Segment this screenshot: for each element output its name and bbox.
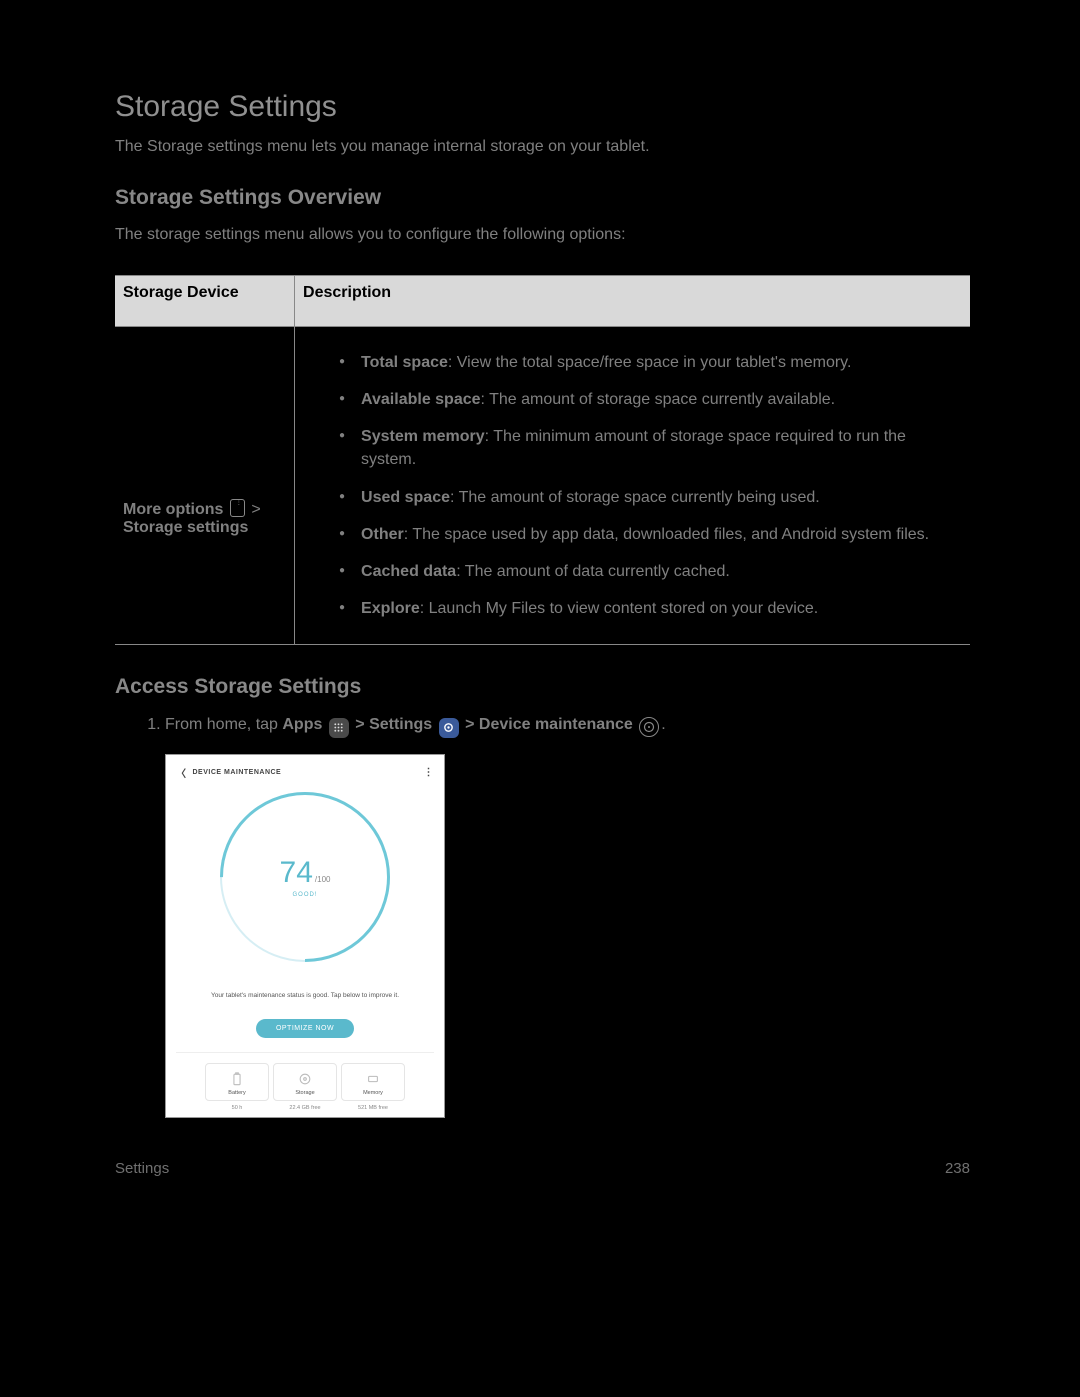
- tile-memory[interactable]: Memory: [341, 1063, 405, 1101]
- footer: Settings 238: [115, 1160, 970, 1177]
- memory-icon: [364, 1070, 382, 1088]
- battery-icon: [228, 1070, 246, 1088]
- access-step-1: From home, tap Apps > Settings > Device …: [165, 713, 970, 738]
- dm-title: DEVICE MAINTENANCE: [193, 769, 282, 776]
- tile-battery[interactable]: Battery: [205, 1063, 269, 1101]
- dm-good: GOOD!: [292, 892, 317, 898]
- storage-settings-label: Storage settings: [123, 519, 248, 536]
- optimize-now-button[interactable]: OPTIMIZE NOW: [256, 1019, 354, 1038]
- access-heading: Access Storage Settings: [115, 675, 970, 699]
- overview-body: The storage settings menu allows you to …: [115, 224, 970, 246]
- desc-item: Total space: View the total space/free s…: [339, 351, 962, 374]
- score-circle: 74 /100 GOOD!: [220, 792, 390, 962]
- desc-item: Available space: The amount of storage s…: [339, 388, 962, 411]
- desc-item: System memory: The minimum amount of sto…: [339, 425, 962, 471]
- storage-table: Storage Device Description More options …: [115, 275, 970, 646]
- tile-battery-sub: 50 h: [205, 1105, 269, 1111]
- apps-icon: [329, 718, 349, 738]
- desc-item: Other: The space used by app data, downl…: [339, 523, 962, 546]
- device-maintenance-icon: [639, 717, 659, 737]
- dm-status: Your tablet's maintenance status is good…: [176, 992, 434, 999]
- settings-icon: [439, 718, 459, 738]
- tile-storage-sub: 22.4 GB free: [273, 1105, 337, 1111]
- storage-device-cell: More options ⋮ > Storage settings: [115, 326, 295, 645]
- page-title: Storage Settings: [115, 90, 970, 124]
- desc-item: Cached data: The amount of data currentl…: [339, 560, 962, 583]
- description-cell: Total space: View the total space/free s…: [295, 326, 970, 645]
- device-maintenance-screenshot: 〈 DEVICE MAINTENANCE ⋮ 74 /100 GOOD! You…: [165, 754, 445, 1118]
- back-icon[interactable]: 〈: [176, 765, 187, 780]
- footer-left: Settings: [115, 1160, 169, 1177]
- menu-icon[interactable]: ⋮: [424, 767, 435, 778]
- desc-item: Used space: The amount of storage space …: [339, 486, 962, 509]
- dm-score-max: /100: [315, 875, 331, 884]
- th-description: Description: [295, 275, 970, 326]
- dm-score: 74: [280, 856, 313, 890]
- footer-right: 238: [945, 1160, 970, 1177]
- storage-icon: [296, 1070, 314, 1088]
- more-options-label: More options: [123, 501, 223, 518]
- th-storage-device: Storage Device: [115, 275, 295, 326]
- more-options-icon: ⋮: [230, 499, 245, 517]
- intro-text: The Storage settings menu lets you manag…: [115, 136, 970, 158]
- overview-heading: Storage Settings Overview: [115, 186, 970, 210]
- tile-storage[interactable]: Storage: [273, 1063, 337, 1101]
- desc-item: Explore: Launch My Files to view content…: [339, 597, 962, 620]
- tile-memory-sub: 521 MB free: [341, 1105, 405, 1111]
